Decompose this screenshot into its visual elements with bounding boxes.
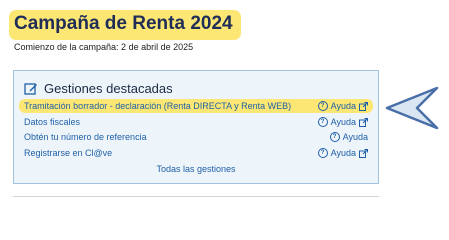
external-link-icon [359,148,368,158]
external-link-icon [359,101,368,111]
procedure-label[interactable]: Tramitación borrador - declaración (Rent… [24,101,291,111]
help-link[interactable]: ? Ayuda [317,148,368,158]
help-link[interactable]: ? Ayuda [317,101,368,111]
procedure-label[interactable]: Datos fiscales [24,117,80,127]
featured-procedures-panel: Gestiones destacadas Tramitación borrado… [13,70,379,184]
help-link[interactable]: ? Ayuda [317,117,368,127]
procedure-link-numero-referencia[interactable]: Obtén tu número de referencia ? Ayuda [19,130,373,144]
panel-header: Gestiones destacadas [24,81,173,96]
panel-title: Gestiones destacadas [44,81,173,96]
edit-icon [24,82,38,96]
help-label[interactable]: Ayuda [343,132,368,142]
procedure-label[interactable]: Registrarse en Cl@ve [24,148,112,158]
external-link-icon [359,117,368,127]
procedure-label[interactable]: Obtén tu número de referencia [24,132,147,142]
page-title: Campaña de Renta 2024 [14,13,233,34]
help-label[interactable]: Ayuda [331,148,356,158]
question-circle-icon: ? [317,101,328,111]
question-circle-icon: ? [317,117,328,127]
question-circle-icon: ? [329,132,340,142]
divider [13,196,379,197]
procedure-link-borrador[interactable]: Tramitación borrador - declaración (Rent… [19,99,373,113]
all-procedures-link[interactable]: Todas las gestiones [14,164,378,174]
procedure-link-clave[interactable]: Registrarse en Cl@ve ? Ayuda [19,146,373,160]
question-circle-icon: ? [317,148,328,158]
help-link[interactable]: ? Ayuda [329,132,368,142]
help-label[interactable]: Ayuda [331,101,356,111]
campaign-start-date: Comienzo de la campaña: 2 de abril de 20… [14,42,194,52]
page-title-highlight: Campaña de Renta 2024 [9,10,241,40]
arrow-pointer-icon [385,86,439,130]
procedure-link-datos-fiscales[interactable]: Datos fiscales ? Ayuda [19,115,373,129]
help-label[interactable]: Ayuda [331,117,356,127]
